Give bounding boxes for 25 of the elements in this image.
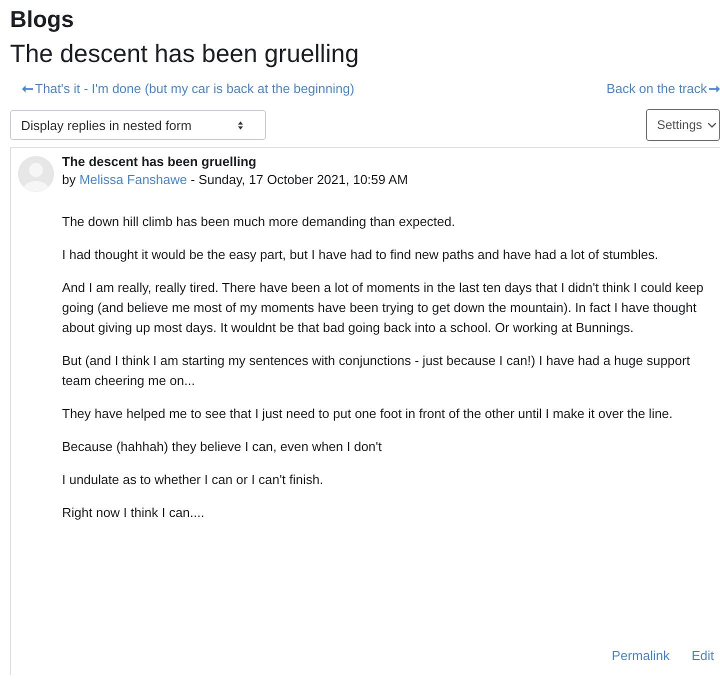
byline-text: by <box>62 172 77 187</box>
paragraph: But (and I think I am starting my sentences with conjunctions - just because I can!) I have had a huge support team cheering me on... <box>62 352 691 390</box>
author-link[interactable]: Melissa Fanshawe <box>79 172 187 187</box>
paragraph: Because (hahhah) they believe I can, even when I don't <box>62 438 383 456</box>
post-title: The descent has been gruelling <box>62 154 258 170</box>
entry-heading: The descent has been gruelling <box>10 39 360 70</box>
paragraph: They have helped me to see that I just need to put one foot in front of the other until I make it over the line. <box>62 405 674 423</box>
paragraph: I undulate as to whether I can or I can't finish. <box>62 471 324 489</box>
permalink-link[interactable]: Permalink <box>612 648 670 663</box>
page-title: Blogs <box>10 5 75 34</box>
avatar-icon <box>18 156 54 192</box>
chevron-down-icon <box>708 122 716 128</box>
paragraph: And I am really, really tired. There have been a lot of moments in the last ten days that I didn't think I could keep going (and believe me most of my moments have been trying to get down the mountain). In fact I have thought about giving up most days. It wouldnt be that bad going back into a school. Or working at Bunnings. <box>62 279 705 337</box>
paragraph: I had thought it would be the easy part, but I have had to find new paths and have had a lot of stumbles. <box>62 246 660 264</box>
display-select[interactable]: Display replies in nested form <box>10 110 266 140</box>
sort-caret-icon <box>238 120 243 130</box>
post-date: - Sunday, 17 October 2021, 10:59 AM <box>190 172 408 187</box>
arrow-icon <box>709 85 720 93</box>
paragraph: The down hill climb has been much more demanding than expected. <box>62 213 456 231</box>
next-link[interactable]: Back on the track <box>606 80 720 98</box>
settings-button[interactable]: Settings <box>646 109 720 141</box>
paragraph: Right now I think I can.... <box>62 504 206 522</box>
arrow-icon <box>22 85 33 93</box>
previous-link[interactable]: That's it - I'm done (but my car is back at the beginning) <box>22 80 354 98</box>
edit-link[interactable]: Edit <box>692 648 714 663</box>
